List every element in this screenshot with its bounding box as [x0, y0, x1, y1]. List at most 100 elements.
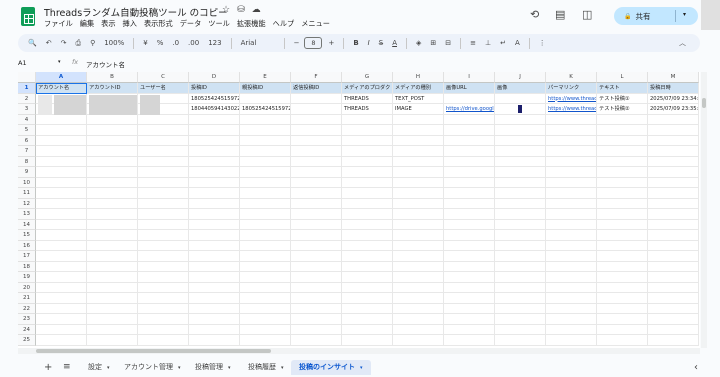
cell-g20[interactable]	[342, 282, 393, 293]
cell-e20[interactable]	[240, 282, 291, 293]
cell-a23[interactable]	[36, 314, 87, 325]
menu-item[interactable]: データ	[180, 19, 202, 29]
cell-e17[interactable]	[240, 251, 291, 262]
cell-i18[interactable]	[444, 261, 495, 272]
cell-g5[interactable]	[342, 125, 393, 136]
cell-g18[interactable]	[342, 261, 393, 272]
cell-f25[interactable]	[291, 335, 342, 346]
cell-e7[interactable]	[240, 146, 291, 157]
cell-e4[interactable]	[240, 114, 291, 125]
cell-b11[interactable]	[87, 188, 138, 199]
cell-i12[interactable]	[444, 198, 495, 209]
cell-m6[interactable]	[648, 135, 699, 146]
cell-m13[interactable]	[648, 209, 699, 220]
cell-i3[interactable]: https://drive.google.co	[444, 104, 495, 115]
cell-j4[interactable]	[495, 114, 546, 125]
cell-m11[interactable]	[648, 188, 699, 199]
select-all-corner[interactable]	[18, 72, 36, 83]
cell-a21[interactable]	[36, 293, 87, 304]
cell-k16[interactable]	[546, 240, 597, 251]
cell-i2[interactable]	[444, 93, 495, 104]
cell-i6[interactable]	[444, 135, 495, 146]
cell-m2[interactable]: 2025/07/09 23:34:34	[648, 93, 699, 104]
cell-l5[interactable]	[597, 125, 648, 136]
vertical-scrollbar[interactable]	[701, 72, 707, 348]
column-header-e[interactable]: E	[240, 72, 291, 83]
cell-f24[interactable]	[291, 324, 342, 335]
cell-a14[interactable]	[36, 219, 87, 230]
menu-item[interactable]: 表示	[101, 19, 115, 29]
cell-f9[interactable]	[291, 167, 342, 178]
cell-k5[interactable]	[546, 125, 597, 136]
cell-f5[interactable]	[291, 125, 342, 136]
sheet-tab[interactable]: 投稿のインサイト ▾	[291, 360, 371, 375]
cell-i25[interactable]	[444, 335, 495, 346]
cell-b20[interactable]	[87, 282, 138, 293]
cell-g15[interactable]	[342, 230, 393, 241]
cell-c24[interactable]	[138, 324, 189, 335]
cell-g16[interactable]	[342, 240, 393, 251]
cell-c19[interactable]	[138, 272, 189, 283]
row-header-19[interactable]: 19	[18, 272, 36, 283]
cell-a16[interactable]	[36, 240, 87, 251]
row-header-18[interactable]: 18	[18, 261, 36, 272]
cell-h17[interactable]	[393, 251, 444, 262]
cell-f22[interactable]	[291, 303, 342, 314]
cell-c11[interactable]	[138, 188, 189, 199]
cell-a22[interactable]	[36, 303, 87, 314]
cell-f18[interactable]	[291, 261, 342, 272]
zoom-select[interactable]: 100%	[104, 39, 124, 47]
increase-decimal-button[interactable]: .00	[188, 39, 199, 47]
collapse-menus-icon[interactable]: ︿	[679, 38, 686, 48]
cell-e5[interactable]	[240, 125, 291, 136]
name-box[interactable]: A1	[18, 59, 27, 67]
cell-e9[interactable]	[240, 167, 291, 178]
paint-format-icon[interactable]: ⚲	[90, 39, 95, 47]
cell-m20[interactable]	[648, 282, 699, 293]
text-color-button[interactable]: A	[392, 39, 397, 47]
cell-i19[interactable]	[444, 272, 495, 283]
cell-f21[interactable]	[291, 293, 342, 304]
cell-e24[interactable]	[240, 324, 291, 335]
cell-k25[interactable]	[546, 335, 597, 346]
cell-m18[interactable]	[648, 261, 699, 272]
cell-b9[interactable]	[87, 167, 138, 178]
cell-f14[interactable]	[291, 219, 342, 230]
cell-a8[interactable]	[36, 156, 87, 167]
cell-c8[interactable]	[138, 156, 189, 167]
cell-f3[interactable]	[291, 104, 342, 115]
sheet-tab[interactable]: 設定 ▾	[80, 360, 118, 375]
cell-g10[interactable]	[342, 177, 393, 188]
cell-c14[interactable]	[138, 219, 189, 230]
percent-format-button[interactable]: %	[157, 39, 164, 47]
cell-i14[interactable]	[444, 219, 495, 230]
cell-m14[interactable]	[648, 219, 699, 230]
sheet-tab-menu-chevron-icon[interactable]: ▾	[281, 365, 284, 371]
cell-m23[interactable]	[648, 314, 699, 325]
cell-h10[interactable]	[393, 177, 444, 188]
cell-e3[interactable]: 18052542451597244	[240, 104, 291, 115]
cell-f19[interactable]	[291, 272, 342, 283]
cell-j6[interactable]	[495, 135, 546, 146]
cell-m9[interactable]	[648, 167, 699, 178]
cell-e10[interactable]	[240, 177, 291, 188]
cell-g19[interactable]	[342, 272, 393, 283]
cell-c13[interactable]	[138, 209, 189, 220]
scroll-tabs-left-icon[interactable]: ‹	[686, 360, 706, 375]
search-menus-icon[interactable]: 🔍	[28, 39, 37, 47]
cell-d21[interactable]	[189, 293, 240, 304]
row-header-8[interactable]: 8	[18, 156, 36, 167]
cell-c18[interactable]	[138, 261, 189, 272]
cell-d24[interactable]	[189, 324, 240, 335]
cell-g7[interactable]	[342, 146, 393, 157]
document-title[interactable]: Threadsランダム自動投稿ツール のコピー	[44, 5, 228, 19]
cell-k20[interactable]	[546, 282, 597, 293]
cell-k6[interactable]	[546, 135, 597, 146]
text-rotation-icon[interactable]: A	[515, 39, 520, 47]
row-header-24[interactable]: 24	[18, 324, 36, 335]
cell-m1[interactable]: 投稿日時	[648, 83, 699, 94]
cell-j18[interactable]	[495, 261, 546, 272]
cell-c23[interactable]	[138, 314, 189, 325]
cell-h18[interactable]	[393, 261, 444, 272]
cell-c21[interactable]	[138, 293, 189, 304]
